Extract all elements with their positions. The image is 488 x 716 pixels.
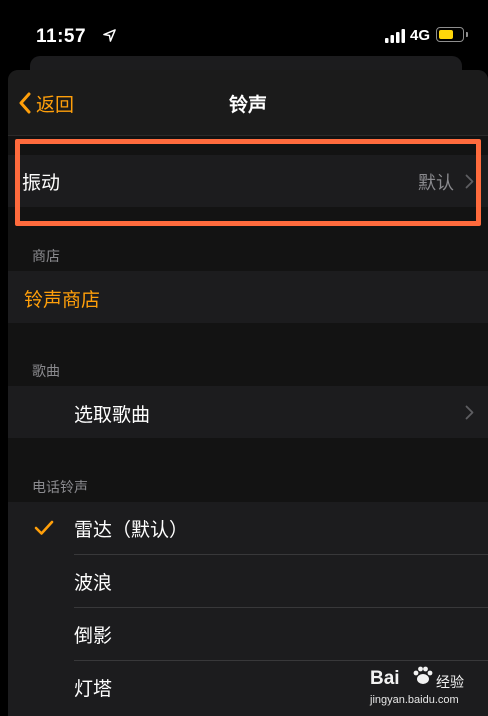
ringtone-item[interactable]: 倒影 — [8, 608, 488, 660]
baidu-watermark: Bai 经验 jingyan.baidu.com — [368, 664, 488, 710]
watermark-suffix: 经验 — [436, 675, 464, 691]
status-time: 11:57 — [36, 26, 87, 47]
pick-song-row[interactable]: 选取歌曲 — [8, 386, 488, 438]
ringtone-sheet: 返回 铃声 振动 默认 商店 铃声商店 歌曲 选取歌曲 电话铃声 雷达（默认） — [8, 70, 488, 716]
navigation-bar: 返回 铃声 — [8, 70, 488, 136]
ringtone-item[interactable]: 雷达（默认） — [8, 502, 488, 554]
chevron-right-icon — [465, 405, 474, 420]
location-arrow-icon — [103, 29, 116, 42]
battery-nub — [466, 32, 468, 37]
cellular-signal-icon — [385, 29, 405, 43]
ringtone-item-label: 灯塔 — [74, 678, 113, 700]
battery-level — [438, 29, 453, 39]
ringtone-item[interactable]: 波浪 — [8, 555, 488, 607]
vibration-label: 振动 — [22, 172, 61, 194]
chevron-right-icon — [465, 174, 474, 189]
ringtone-store-row[interactable]: 铃声商店 — [8, 271, 488, 323]
ringtone-store-link: 铃声商店 — [24, 289, 101, 311]
ringtone-item-label: 雷达（默认） — [74, 519, 189, 541]
vibration-row[interactable]: 振动 默认 — [8, 155, 488, 207]
page-title: 铃声 — [228, 94, 267, 116]
ringtone-item-label: 波浪 — [74, 572, 113, 594]
paw-icon — [413, 666, 433, 684]
pick-song-label: 选取歌曲 — [74, 404, 151, 426]
status-bar: 11:57 4G — [0, 0, 488, 60]
ringtone-item-label: 倒影 — [74, 625, 113, 647]
network-type: 4G — [410, 27, 431, 44]
watermark-url: jingyan.baidu.com — [370, 694, 459, 706]
section-header-store: 商店 — [32, 249, 60, 265]
section-header-ringtones: 电话铃声 — [32, 480, 88, 496]
section-header-songs: 歌曲 — [32, 364, 60, 380]
watermark-brand: Bai — [370, 668, 400, 689]
vibration-value: 默认 — [418, 173, 454, 194]
battery-icon — [436, 27, 464, 42]
checkmark-icon — [34, 520, 54, 535]
